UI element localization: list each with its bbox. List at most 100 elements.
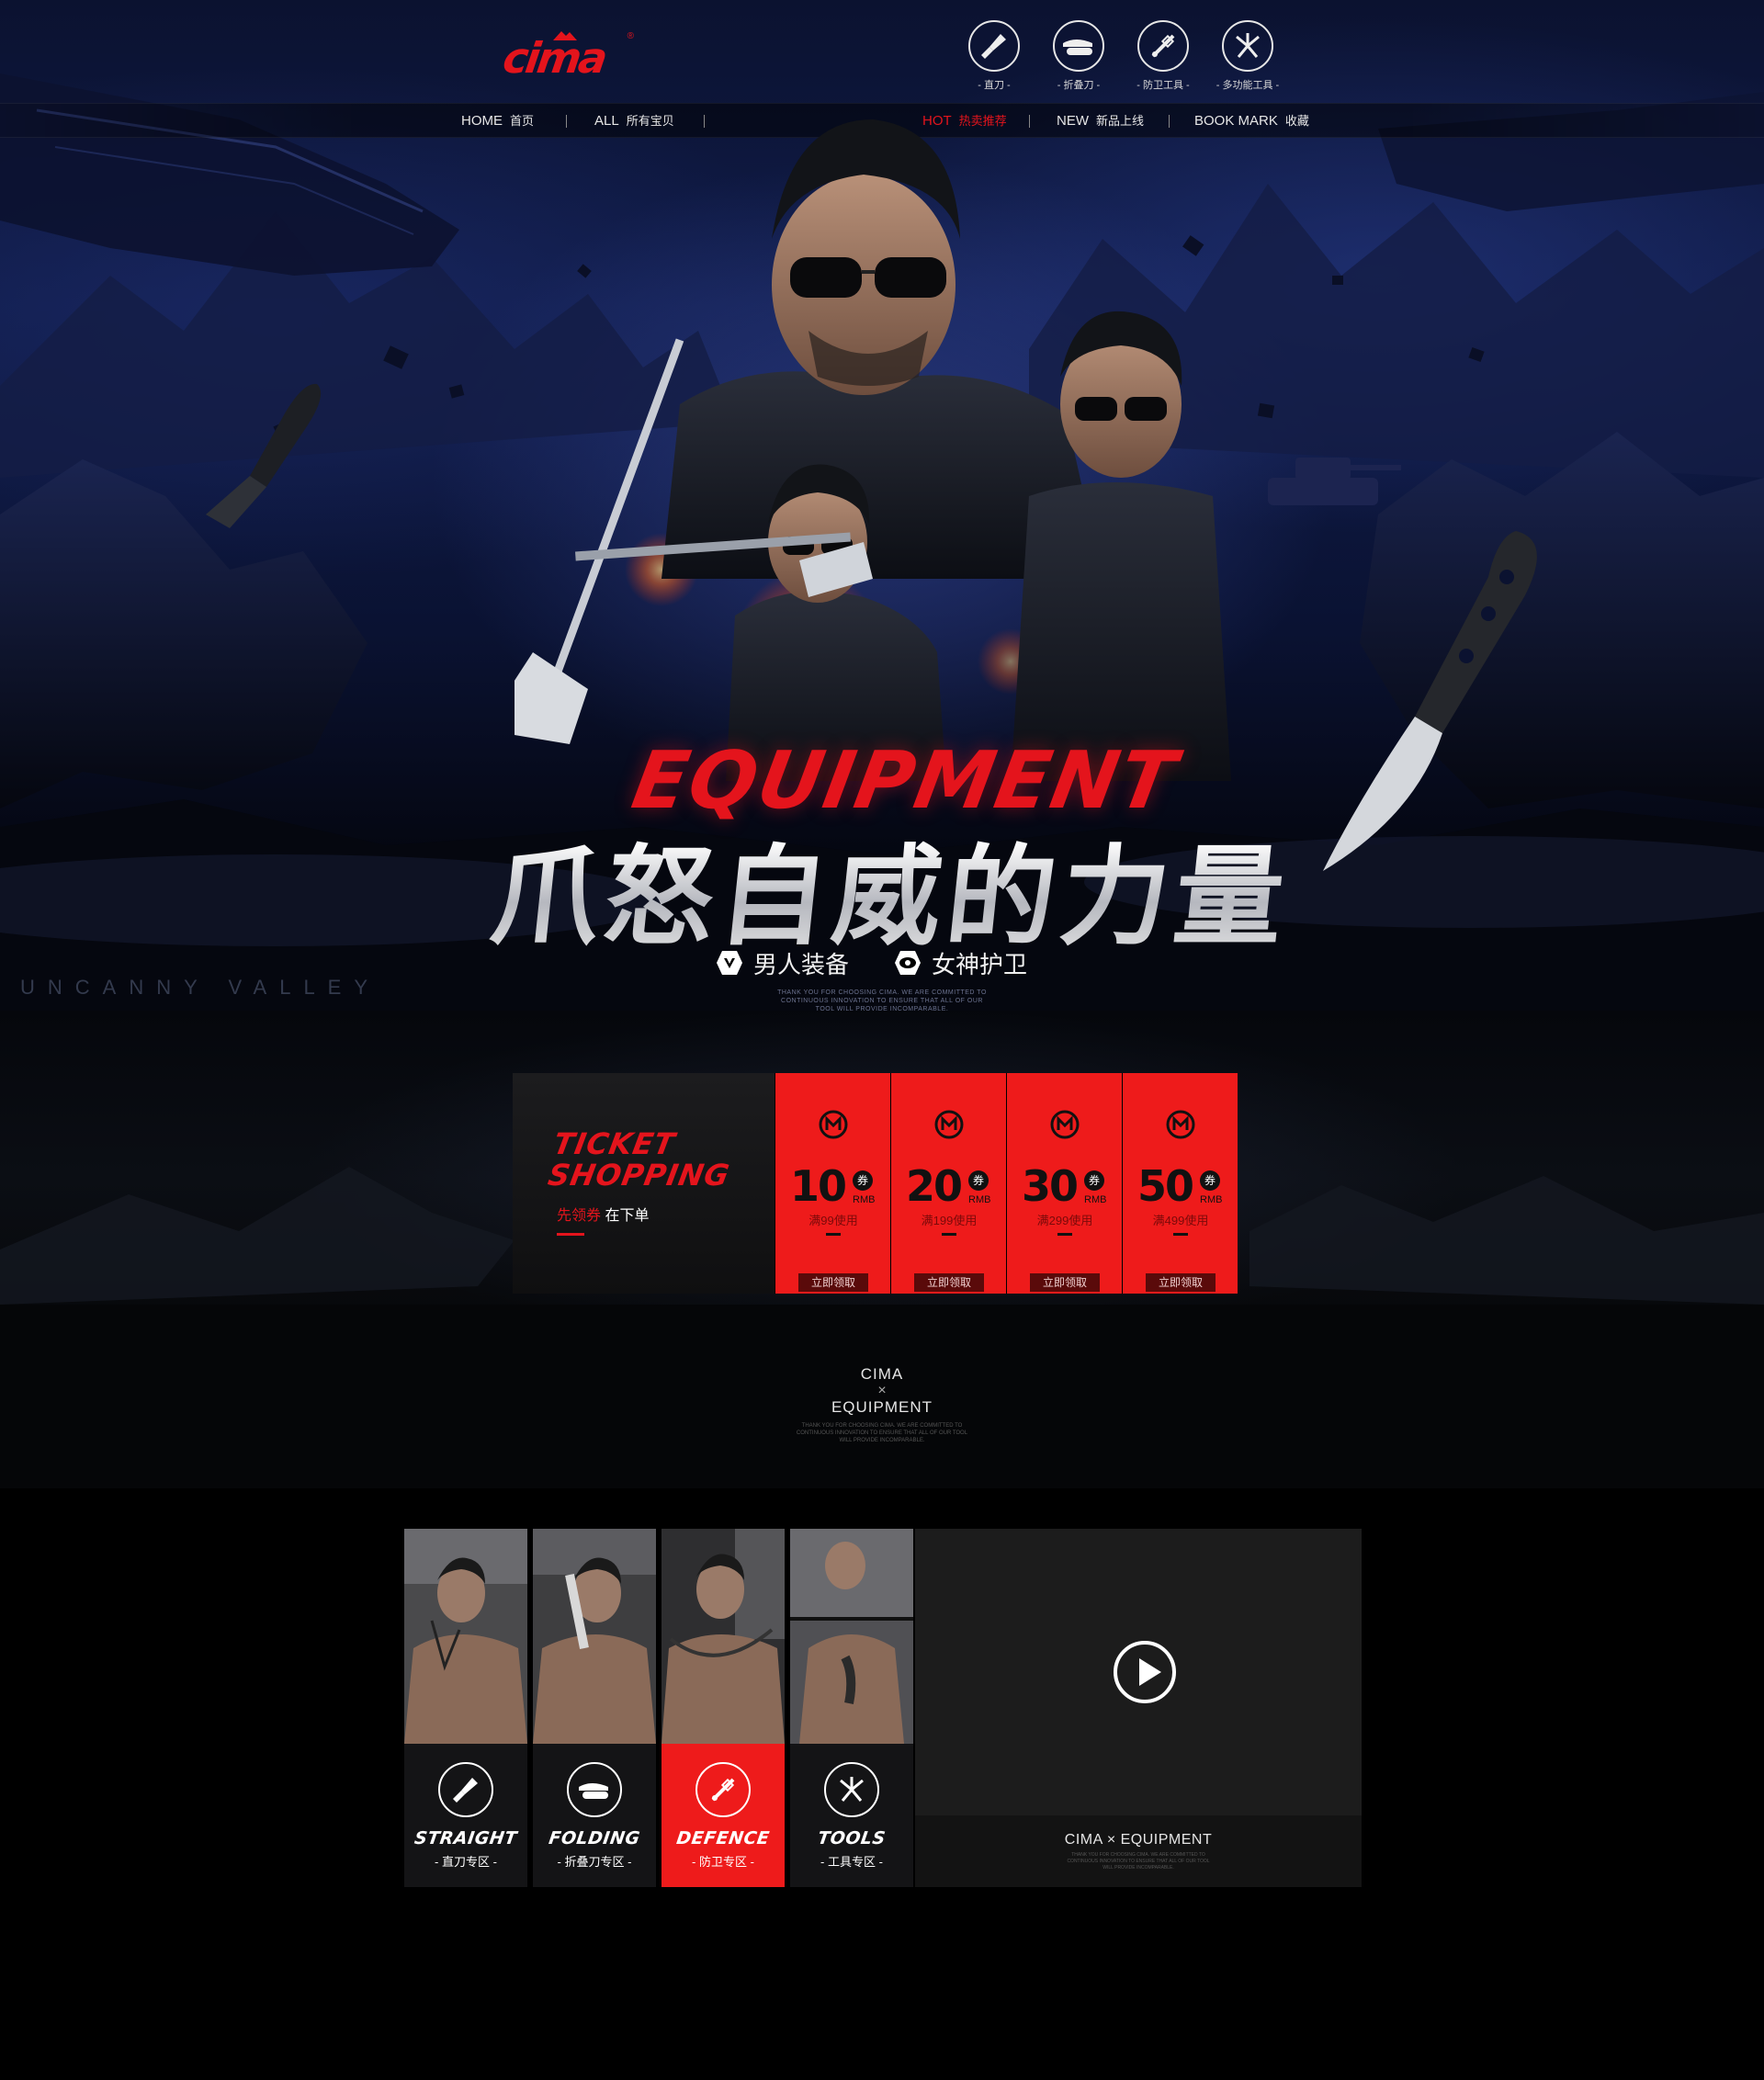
brand-logo[interactable]: cima ® <box>500 31 634 83</box>
coupon-divider <box>942 1233 956 1236</box>
folding-knife-image <box>206 383 322 528</box>
straight-knife-icon <box>438 1762 493 1817</box>
brand-badge-icon <box>934 1110 964 1139</box>
brand-badge-icon <box>1050 1110 1080 1139</box>
model-photo <box>662 1529 785 1744</box>
claim-button[interactable]: 立即领取 <box>798 1273 868 1292</box>
category-title-cn: - 工具专区 - <box>820 1855 883 1869</box>
tag-men-gear[interactable]: 男人装备 <box>715 944 849 981</box>
video-fine-print: THANK YOU FOR CHOOSING CIMA. WE ARE COMM… <box>1067 1852 1210 1871</box>
logo-text: cima <box>500 33 608 83</box>
category-footer: TOOLS - 工具专区 - <box>790 1744 913 1887</box>
category-title-en: STRAIGHT <box>413 1828 519 1848</box>
coupon-intro: TICKET SHOPPING 先领券 在下单 <box>513 1073 775 1294</box>
ticket-subtitle: 先领券 在下单 <box>557 1203 649 1225</box>
coupon-50[interactable]: 50 券 RMB 满499使用 立即领取 <box>1122 1073 1238 1294</box>
ticket-title-line1: TICKET <box>550 1126 679 1161</box>
coupon-divider <box>826 1233 841 1236</box>
category-footer: FOLDING - 折叠刀专区 - <box>533 1744 656 1887</box>
section-title: CIMA × EQUIPMENT THANK YOU FOR CHOOSING … <box>790 1365 974 1444</box>
coupon-10[interactable]: 10 券 RMB 满99使用 立即领取 <box>775 1073 890 1294</box>
category-title-cn: - 防卫专区 - <box>692 1855 754 1869</box>
category-title-en: TOOLS <box>816 1828 888 1848</box>
brand-badge-icon <box>1166 1110 1195 1139</box>
multi-tool-icon <box>1222 20 1273 72</box>
hero-models-image <box>514 119 1231 781</box>
coupon-condition: 满99使用 <box>808 1214 858 1227</box>
category-label: - 防卫工具 - <box>1136 80 1190 91</box>
coupon-currency: RMB <box>968 1194 991 1205</box>
section-fine-print: THANK YOU FOR CHOOSING CIMA. WE ARE COMM… <box>796 1423 968 1443</box>
category-footer: DEFENCE - 防卫专区 - <box>662 1744 785 1887</box>
tag-label: 男人装备 <box>753 950 850 978</box>
coupon-value: 30 <box>1022 1161 1079 1211</box>
coupon-value: 20 <box>906 1161 963 1211</box>
category-card-defence[interactable]: DEFENCE - 防卫专区 - <box>662 1529 785 1887</box>
coupon-20[interactable]: 20 券 RMB 满199使用 立即领取 <box>890 1073 1006 1294</box>
model-photo <box>790 1529 913 1744</box>
mountain-mark-icon <box>553 31 577 40</box>
accent-bar <box>557 1233 584 1236</box>
category-label: - 折叠刀 - <box>1057 80 1101 91</box>
ticket-sub-red: 先领券 <box>557 1208 602 1224</box>
coupon-value: 50 <box>1137 1161 1194 1211</box>
category-title-en: FOLDING <box>547 1828 642 1848</box>
nav-bookmark-cn: 收藏 <box>1284 114 1309 128</box>
category-title-en: DEFENCE <box>674 1828 772 1848</box>
claim-button[interactable]: 立即领取 <box>914 1273 984 1292</box>
play-icon[interactable] <box>1114 1641 1176 1703</box>
coupon-quan-badge: 券 <box>1200 1170 1220 1191</box>
category-straight[interactable]: - 直刀 - <box>967 20 1022 94</box>
category-title-cn: - 折叠刀专区 - <box>557 1855 632 1869</box>
coupon-quan-badge: 券 <box>853 1170 873 1191</box>
hero-fine-print: THANK YOU FOR CHOOSING CIMA. WE ARE COMM… <box>777 989 987 1012</box>
coupon-condition: 满299使用 <box>1036 1214 1093 1227</box>
coupon-panel: TICKET SHOPPING 先领券 在下单 10 券 RMB 满99使用 立… <box>513 1073 1238 1294</box>
section-title-line2: EQUIPMENT <box>831 1398 933 1416</box>
video-player[interactable] <box>915 1529 1362 1815</box>
product-category-grid: STRAIGHT - 直刀专区 - FOLDING - 折叠刀专区 - DEFE… <box>404 1529 913 1887</box>
hero-tags: 男人装备 女神护卫 <box>715 944 1082 981</box>
tag-label: 女神护卫 <box>932 950 1028 978</box>
category-shortcuts: - 直刀 - - 折叠刀 - - 防卫工具 - - 多功能工具 - <box>967 20 1288 94</box>
hero-side-text: UNCANNY VALLEY <box>20 976 381 999</box>
multi-tool-icon <box>824 1762 879 1817</box>
coupon-divider <box>1173 1233 1188 1236</box>
category-title-cn: - 直刀专区 - <box>435 1855 497 1869</box>
eye-shield-icon <box>895 951 922 975</box>
fixed-blade-knife-image <box>1323 531 1537 871</box>
coupon-value: 10 <box>790 1161 847 1211</box>
category-card-straight[interactable]: STRAIGHT - 直刀专区 - <box>404 1529 527 1887</box>
claim-button[interactable]: 立即领取 <box>1146 1273 1216 1292</box>
category-multitool[interactable]: - 多功能工具 - <box>1216 20 1279 94</box>
category-card-tools[interactable]: TOOLS - 工具专区 - <box>790 1529 913 1887</box>
shield-icon <box>717 951 742 975</box>
ticket-title-line2: SHOPPING <box>545 1158 733 1193</box>
tag-goddess-guard[interactable]: 女神护卫 <box>893 944 1027 981</box>
section-title-cross: × <box>877 1383 887 1398</box>
defence-tool-icon <box>1137 20 1189 72</box>
coupon-currency: RMB <box>1084 1194 1107 1205</box>
coupon-30[interactable]: 30 券 RMB 满299使用 立即领取 <box>1006 1073 1122 1294</box>
category-folding[interactable]: - 折叠刀 - <box>1051 20 1106 94</box>
coupon-quan-badge: 券 <box>968 1170 989 1191</box>
category-card-folding[interactable]: FOLDING - 折叠刀专区 - <box>533 1529 656 1887</box>
folding-knife-icon <box>567 1762 622 1817</box>
section-title-line1: CIMA <box>860 1365 904 1383</box>
model-photo <box>533 1529 656 1744</box>
defence-tool-icon <box>695 1762 751 1817</box>
claim-button[interactable]: 立即领取 <box>1030 1273 1100 1292</box>
folding-knife-icon <box>1053 20 1104 72</box>
category-footer: STRAIGHT - 直刀专区 - <box>404 1744 527 1887</box>
straight-knife-icon <box>968 20 1020 72</box>
video-panel: CIMA × EQUIPMENT THANK YOU FOR CHOOSING … <box>915 1529 1362 1887</box>
model-photo <box>404 1529 527 1744</box>
coupon-currency: RMB <box>853 1194 876 1205</box>
video-caption: CIMA × EQUIPMENT <box>1064 1832 1213 1848</box>
hero-slogan: 爪怒自威的力量 <box>479 808 1304 966</box>
category-label: - 直刀 - <box>978 80 1011 91</box>
category-label: - 多功能工具 - <box>1216 80 1280 91</box>
category-defence[interactable]: - 防卫工具 - <box>1136 20 1191 94</box>
nav-home-en: HOME <box>461 113 503 129</box>
coupon-condition: 满199使用 <box>921 1214 978 1227</box>
